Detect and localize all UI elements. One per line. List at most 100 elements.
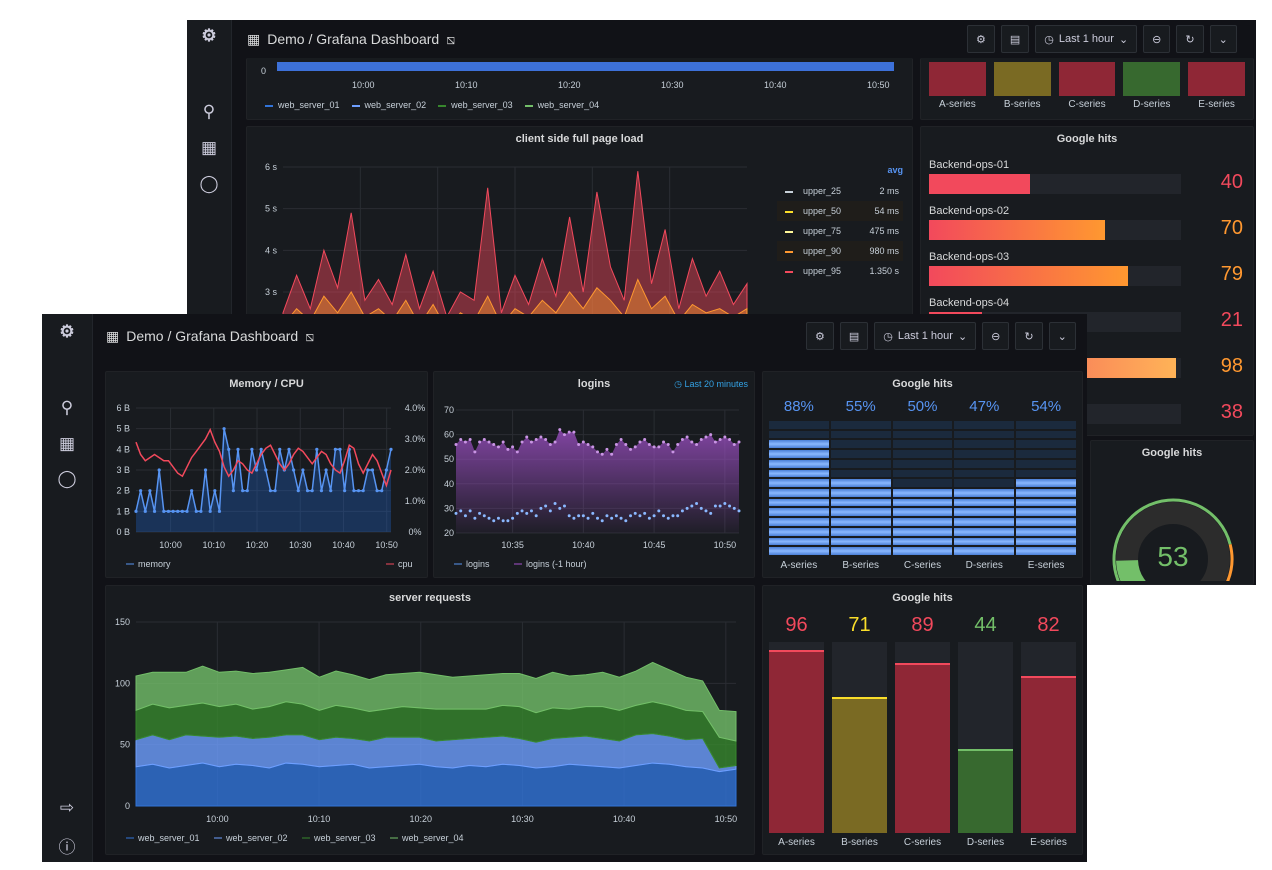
logins-point	[610, 516, 614, 520]
refresh-button[interactable]: ↻	[1176, 25, 1204, 53]
legend-item[interactable]: web_server_01	[265, 100, 340, 110]
logins-1h-point	[525, 435, 529, 439]
logins-point	[605, 514, 609, 518]
logins-1h-point	[676, 442, 680, 446]
y-tick-label: 150	[115, 617, 130, 627]
breadcrumb[interactable]: Demo / Grafana Dashboard	[267, 31, 439, 47]
legend-item[interactable]: web_server_04	[524, 100, 599, 110]
x-tick-label: 10:00	[206, 814, 229, 824]
breadcrumb[interactable]: Demo / Grafana Dashboard	[126, 328, 298, 344]
memory-point	[180, 509, 184, 513]
legend-row[interactable]: upper_95 1.350 s	[777, 261, 903, 281]
y-tick-label: 70	[444, 405, 454, 415]
logins-1h-point	[454, 442, 458, 446]
status-item: C-series	[1058, 62, 1116, 110]
logins-1h-point	[680, 438, 684, 442]
dashboards-icon[interactable]: ▦	[42, 434, 92, 454]
tv-mode-button[interactable]: ▤	[1000, 25, 1030, 53]
status-item: D-series	[1123, 62, 1181, 110]
grafana-logo-icon[interactable]: ⚙	[42, 322, 92, 342]
y-left-tick-label: 4 B	[116, 444, 130, 454]
zoom-out-button[interactable]: ⊖	[982, 322, 1010, 350]
time-picker[interactable]: ◷ Last 1 hour ⌄	[1035, 25, 1138, 53]
status-item: A-series	[929, 62, 986, 110]
logins-point	[581, 514, 585, 518]
memory-point	[375, 489, 379, 493]
logins-1h-point	[709, 433, 713, 437]
x-tick-label: 10:40	[332, 540, 355, 550]
legend-avg-header[interactable]: avg	[777, 165, 903, 181]
logins-1h-point	[657, 445, 661, 449]
y-left-tick-label: 2 B	[116, 486, 130, 496]
memory-point	[319, 489, 324, 493]
settings-button[interactable]: ⚙	[967, 25, 995, 53]
memory-point	[254, 468, 259, 472]
dashboards-icon[interactable]: ▦	[187, 138, 231, 158]
refresh-interval-dropdown[interactable]: ⌄	[1048, 322, 1076, 350]
legend-row[interactable]: upper_75 475 ms	[777, 221, 903, 241]
x-tick-label: 10:10	[203, 540, 226, 550]
logins-point	[544, 504, 548, 508]
logins-1h-point	[633, 445, 637, 449]
time-picker[interactable]: ◷ Last 1 hour ⌄	[874, 322, 977, 350]
memory-cpu-chart: 0 B 1 B 2 B 3 B 4 B 5 B 6 B 0% 1.0% 2.0% 3.0% 4.0% 1…	[116, 403, 426, 569]
legend-memory: memory	[138, 559, 171, 569]
memory-point	[366, 468, 370, 472]
legend-item[interactable]: web_server_02	[351, 100, 426, 110]
refresh-button[interactable]: ↻	[1015, 322, 1043, 350]
settings-button[interactable]: ⚙	[806, 322, 834, 350]
logins-1h-point	[539, 435, 543, 439]
legend-row[interactable]: upper_50 54 ms	[777, 201, 903, 221]
memory-point	[301, 468, 305, 472]
explore-compass-icon[interactable]: ◯	[187, 174, 231, 194]
logins-point	[529, 509, 533, 513]
bar-fill	[277, 62, 894, 71]
share-icon[interactable]: ⧅	[305, 328, 314, 345]
legend-cpu: cpu	[398, 559, 413, 569]
led-bar-d-series: 47% D-series	[954, 398, 1015, 571]
zoom-out-button[interactable]: ⊖	[1143, 25, 1171, 53]
memory-point	[148, 489, 152, 493]
memory-point	[343, 489, 347, 493]
y-left-tick-label: 6 B	[116, 403, 130, 413]
x-tick-label: 10:30	[661, 80, 684, 90]
y-tick-label: 5 s	[265, 204, 278, 214]
logins-point	[501, 519, 505, 523]
logins-point	[728, 504, 732, 508]
search-icon[interactable]: ⚲	[187, 102, 231, 122]
tv-mode-button[interactable]: ▤	[839, 322, 869, 350]
x-tick-label: 10:20	[558, 80, 581, 90]
logins-panel: logins ◷ Last 20 minutes 20 30 40 50 60 70 10:…	[433, 371, 755, 578]
legend-item[interactable]: web_server_03	[438, 100, 513, 110]
explore-compass-icon[interactable]: ◯	[42, 469, 92, 489]
chevron-down-icon: ⌄	[1118, 33, 1129, 46]
memory-point	[227, 447, 231, 451]
logins-point	[520, 509, 524, 513]
sign-in-icon[interactable]: ⇨	[42, 798, 92, 818]
logins-1h-point	[629, 447, 633, 451]
logins-point	[459, 509, 463, 513]
grafana-logo-icon[interactable]: ⚙	[187, 26, 231, 46]
logins-point	[638, 514, 642, 518]
server-requests-bar-panel: 0 10:00 10:10 10:20 10:30 10:40 10:50 web_ser…	[246, 58, 913, 120]
logins-1h-point	[515, 450, 519, 454]
search-icon[interactable]: ⚲	[42, 398, 92, 418]
x-tick-label: 10:20	[409, 814, 432, 824]
help-icon[interactable]: ⓘ	[42, 833, 92, 858]
clock-icon: ◷	[1044, 33, 1054, 46]
y-left-tick-label: 1 B	[116, 506, 130, 516]
legend-row[interactable]: upper_90 980 ms	[777, 241, 903, 261]
logins-1h-point	[496, 445, 500, 449]
y-right-tick-label: 3.0%	[405, 434, 426, 444]
logins-point	[492, 519, 496, 523]
memory-point	[241, 489, 245, 493]
share-icon[interactable]: ⧅	[446, 31, 455, 48]
refresh-interval-dropdown[interactable]: ⌄	[1209, 25, 1237, 53]
x-tick-label: 10:30	[511, 814, 534, 824]
bar-c-series: 89 C-series	[895, 614, 950, 848]
logins-point	[723, 501, 727, 505]
logins-1h-point	[529, 440, 533, 444]
legend-row[interactable]: upper_25 2 ms	[777, 181, 903, 201]
memory-point	[176, 509, 180, 513]
logins-1h-point	[520, 440, 524, 444]
